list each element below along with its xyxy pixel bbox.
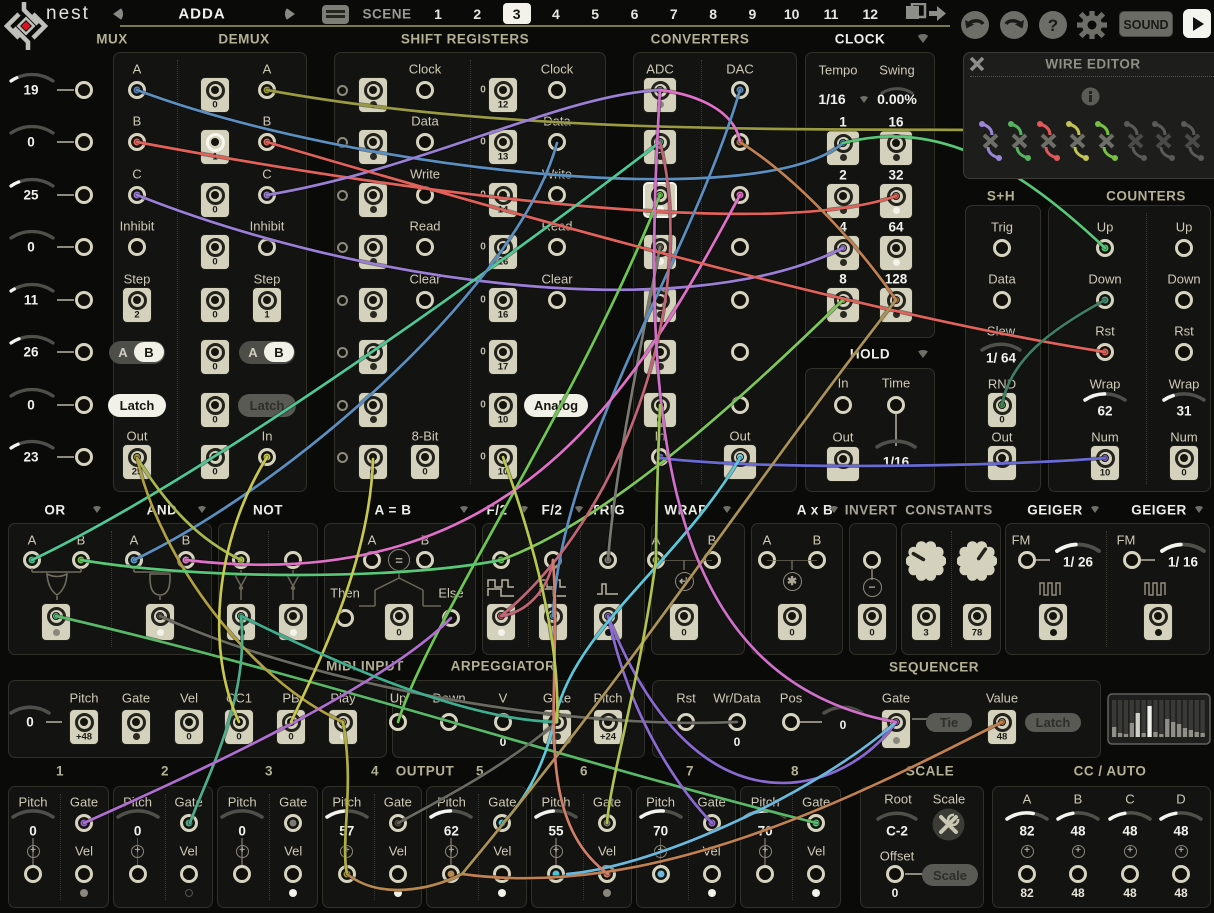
svg-text:?: ? <box>1048 16 1058 35</box>
